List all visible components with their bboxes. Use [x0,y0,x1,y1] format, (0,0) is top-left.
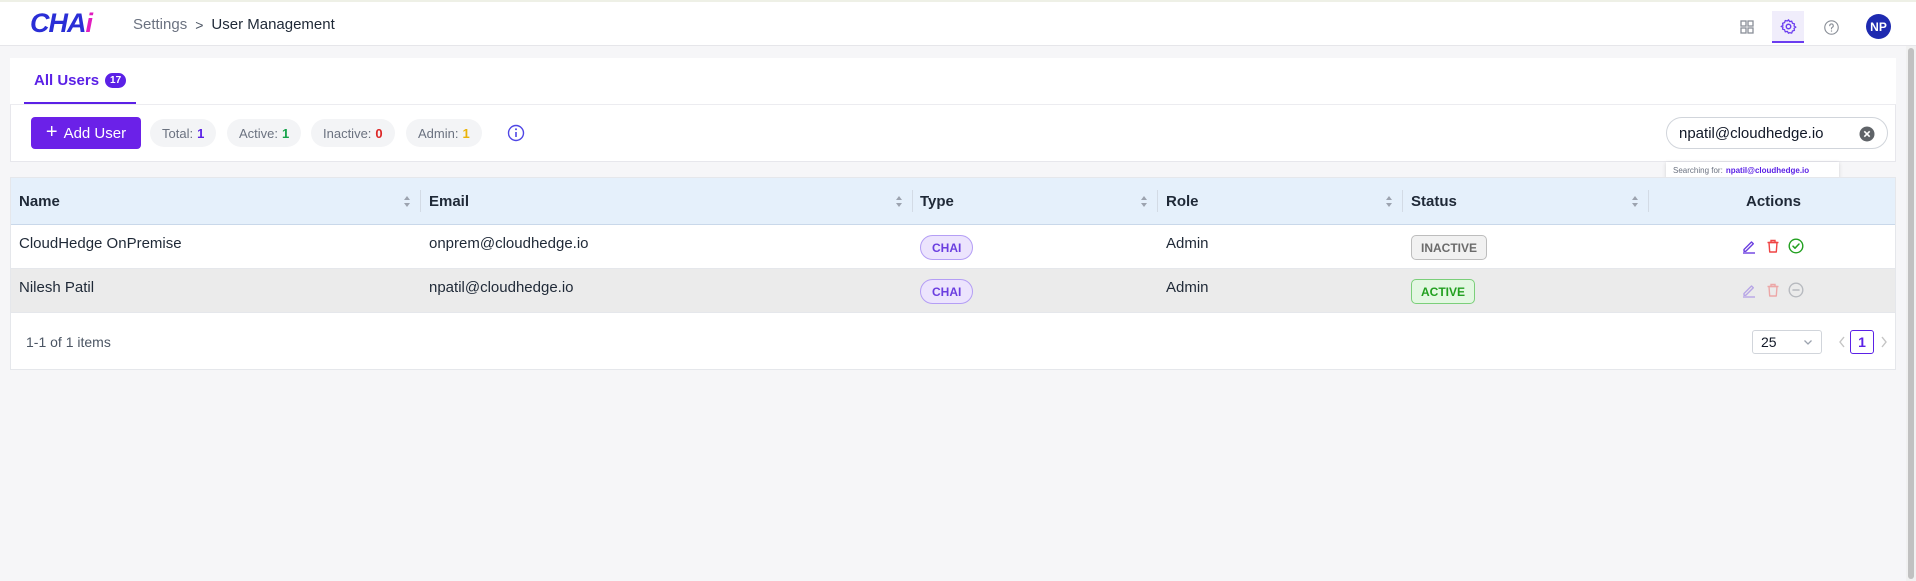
sort-icon[interactable] [895,195,903,208]
deactivate-icon [1787,281,1805,299]
column-header-actions: Actions [1746,193,1802,210]
delete-icon[interactable] [1764,237,1782,255]
app-logo[interactable]: CHAi [30,8,93,39]
stat-total-value: 1 [197,125,205,141]
page-number-button[interactable]: 1 [1850,330,1874,354]
toolbar: + Add User Total: 1 Active: 1 Inactive: … [10,104,1896,162]
column-divider [1648,190,1649,212]
column-divider [912,190,913,212]
add-user-label: Add User [63,124,127,142]
search-box[interactable] [1666,117,1888,149]
stat-active-label: Active: [239,125,279,141]
column-divider [420,190,421,212]
clear-search-icon[interactable] [1859,126,1875,142]
search-input[interactable] [1679,124,1859,142]
tab-label: All Users [34,71,100,89]
edit-icon [1740,281,1758,299]
column-divider [1402,190,1403,212]
column-header-status[interactable]: Status [1411,178,1457,225]
column-header-email[interactable]: Email [429,178,469,225]
stat-total-label: Total: [162,125,194,141]
add-user-button[interactable]: + Add User [31,117,141,149]
grid-icon[interactable] [1731,11,1763,43]
items-count-text: 1-1 of 1 items [26,334,111,350]
users-table: Name Email Type Role Status Actions Clou… [10,177,1896,370]
stat-inactive-value: 0 [375,125,383,141]
search-hint-prefix: Searching for: [1673,166,1723,175]
breadcrumb-current: User Management [211,16,335,33]
column-header-role[interactable]: Role [1166,178,1199,225]
cell-email: npatil@cloudhedge.io [429,279,574,296]
table-footer: 1-1 of 1 items [11,314,1895,370]
sort-icon[interactable] [1140,195,1148,208]
status-badge: ACTIVE [1411,279,1476,304]
chevron-down-icon [1804,340,1812,345]
type-badge: CHAI [920,279,974,304]
column-header-type[interactable]: Type [920,178,954,225]
page-size-select[interactable]: 25 [1752,330,1822,354]
logo-accent-text: i [85,8,93,38]
plus-icon: + [45,121,58,143]
table-row[interactable]: Nilesh Patil npatil@cloudhedge.io CHAI A… [11,269,1895,313]
top-bar: CHAi Settings > User Management NP [0,0,1916,46]
edit-icon[interactable] [1740,237,1758,255]
stat-active-value: 1 [282,125,290,141]
tabs-bar: All Users 17 [10,58,1896,104]
cell-role: Admin [1166,235,1209,252]
breadcrumb-settings[interactable]: Settings [133,16,187,33]
sort-icon[interactable] [1385,195,1393,208]
stat-inactive-label: Inactive: [323,125,372,141]
sort-icon[interactable] [1631,195,1639,208]
logo-text: CHA [30,8,86,38]
table-row[interactable]: CloudHedge OnPremise onprem@cloudhedge.i… [11,225,1895,269]
column-header-name[interactable]: Name [19,178,60,225]
gear-icon[interactable] [1772,11,1804,43]
table-header: Name Email Type Role Status Actions [11,178,1895,225]
page-size-value: 25 [1761,334,1777,350]
stat-inactive: Inactive: 0 [311,119,395,147]
breadcrumb: Settings > User Management [133,16,335,33]
prev-page-icon[interactable] [1838,335,1846,349]
next-page-icon[interactable] [1880,335,1888,349]
help-icon[interactable] [1815,11,1847,43]
activate-icon[interactable] [1787,237,1805,255]
stat-admin-value: 1 [462,125,470,141]
stat-admin: Admin: 1 [406,119,482,147]
breadcrumb-separator: > [195,16,204,33]
scrollbar-thumb[interactable] [1908,48,1914,579]
stat-admin-label: Admin: [418,125,459,141]
cell-name: CloudHedge OnPremise [19,235,182,252]
stat-active: Active: 1 [227,119,302,147]
status-badge: INACTIVE [1411,235,1488,260]
column-divider [1157,190,1158,212]
sort-icon[interactable] [403,195,411,208]
avatar[interactable]: NP [1866,14,1891,39]
info-icon[interactable] [507,124,525,142]
cell-name: Nilesh Patil [19,279,95,296]
stat-total: Total: 1 [150,119,217,147]
cell-email: onprem@cloudhedge.io [429,235,589,252]
delete-icon [1764,281,1782,299]
cell-role: Admin [1166,279,1209,296]
type-badge: CHAI [920,235,974,260]
tab-count-badge: 17 [105,72,127,88]
search-hint-query: npatil@cloudhedge.io [1725,166,1810,175]
tab-all-users[interactable]: All Users 17 [24,58,137,104]
